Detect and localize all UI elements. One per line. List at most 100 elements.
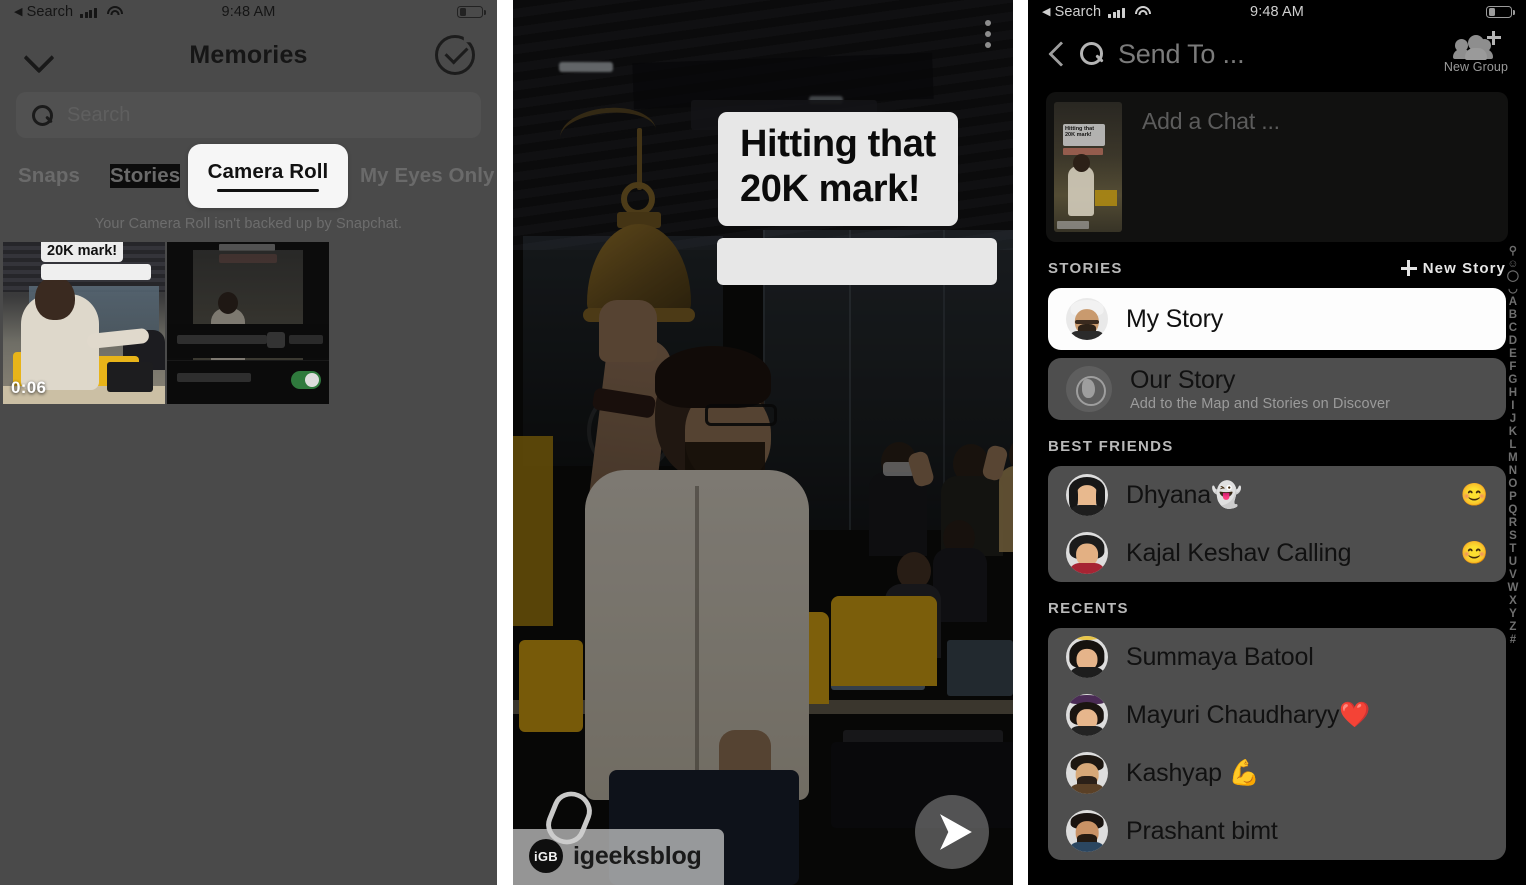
index-letter[interactable]: Q (1508, 504, 1517, 516)
index-letter[interactable]: I (1511, 400, 1514, 412)
index-letter[interactable]: V (1509, 569, 1517, 581)
recents-card: Summaya Batool Mayuri Chaudharyy❤️ Kashy… (1048, 628, 1506, 860)
table-row[interactable]: Kajal Keshav Calling 😊 (1048, 524, 1506, 582)
send-button[interactable] (915, 795, 989, 869)
signal-icon (1108, 7, 1125, 18)
new-story-label: New Story (1422, 259, 1506, 277)
index-letter[interactable]: # (1510, 634, 1517, 646)
index-letter[interactable]: D (1509, 335, 1518, 347)
panel-gap-2 (1013, 0, 1028, 885)
send-to-panel: ◀ Search 9:48 AM Send To ... New Group H… (1028, 0, 1526, 885)
snap-thumbnail-caption: Hitting that 20K mark! (1065, 126, 1095, 139)
index-letter[interactable]: W (1507, 582, 1518, 594)
emoji-icon[interactable]: ☺ (1507, 258, 1518, 271)
index-letter[interactable]: S (1509, 530, 1517, 542)
table-row[interactable]: Kashyap 💪 (1048, 744, 1506, 802)
group-icon[interactable]: ◡ (1508, 283, 1518, 296)
index-letter[interactable]: X (1509, 595, 1517, 607)
our-story-card[interactable]: Our Story Add to the Map and Stories on … (1048, 358, 1506, 420)
avatar (1066, 474, 1108, 516)
snap-hashtag-wrap[interactable]: #PAWRIHORAIHAI (717, 238, 997, 285)
new-group-label: New Group (1443, 59, 1508, 74)
recents-section-title: RECENTS (1048, 599, 1129, 617)
index-letter[interactable]: J (1510, 413, 1517, 425)
thumbnail-video[interactable]: 20K mark! #PAWRIHORAIHAI 0:06 (3, 242, 165, 404)
index-letter[interactable]: M (1508, 452, 1518, 464)
memories-navbar: Memories (0, 24, 497, 86)
index-letter[interactable]: F (1509, 361, 1516, 373)
index-letter[interactable]: L (1509, 439, 1516, 451)
table-row[interactable]: Summaya Batool (1048, 628, 1506, 686)
globe-icon (1066, 366, 1112, 412)
index-letter[interactable]: Z (1509, 621, 1516, 633)
friend-name: Kajal Keshav Calling (1126, 538, 1352, 567)
search-input[interactable]: Search (16, 92, 481, 138)
friend-name: Dhyana👻 (1126, 480, 1242, 509)
add-chat-box[interactable]: Hitting that 20K mark! Add a Chat ... (1046, 92, 1508, 242)
table-row[interactable]: Mayuri Chaudharyy❤️ (1048, 686, 1506, 744)
index-letter[interactable]: Y (1509, 608, 1517, 620)
friendship-emoji: 😊 (1460, 482, 1488, 507)
table-row[interactable]: Dhyana👻 😊 (1048, 466, 1506, 524)
friendship-emoji: 😊 (1460, 540, 1488, 565)
battery-icon (1486, 5, 1515, 19)
plus-icon (1400, 260, 1417, 276)
avatar (1066, 532, 1108, 574)
avatar (1066, 810, 1108, 852)
index-letter[interactable]: O (1508, 478, 1517, 490)
backup-notice: Your Camera Roll isn't backed up by Snap… (94, 216, 403, 232)
snap-thumbnail: Hitting that 20K mark! (1054, 102, 1122, 232)
status-bar: ◀ Search 9:48 AM (0, 0, 497, 24)
index-letter[interactable]: E (1509, 348, 1517, 360)
status-back-label[interactable]: Search (1055, 4, 1102, 20)
tab-my-eyes-only[interactable]: My Eyes Only (360, 164, 495, 188)
page-title: Memories (189, 40, 308, 69)
send-to-navbar: Send To ... New Group (1028, 24, 1526, 84)
back-arrow-icon[interactable]: ◀ (14, 6, 23, 18)
status-left: ◀ Search (1042, 4, 1151, 20)
screenshot-stage: ◀ Search 9:48 AM Memories Search Snaps S… (0, 0, 1526, 885)
thumbnail-screenshot[interactable] (167, 242, 329, 404)
search-icon[interactable]: ⚲ (1509, 245, 1517, 258)
best-friends-card: Dhyana👻 😊 Kajal Keshav Calling 😊 (1048, 466, 1506, 582)
index-letter[interactable]: K (1509, 426, 1518, 438)
status-bar: ◀ Search 9:48 AM (1028, 0, 1526, 24)
tab-camera-roll[interactable]: Camera Roll (188, 144, 348, 208)
status-right (457, 5, 486, 19)
alphabet-index-rail[interactable]: ⚲ ☺ ◯ ◡ A B C D E F G H I J K L M N O P … (1500, 245, 1526, 875)
new-group-button[interactable]: New Group (1443, 30, 1508, 74)
status-back-label[interactable]: Search (27, 4, 74, 20)
chevron-left-icon[interactable] (1046, 39, 1068, 69)
avatar (1066, 694, 1108, 736)
index-letter[interactable]: T (1509, 543, 1516, 555)
memories-tabs: Snaps Stories My Eyes Only Camera Roll (0, 144, 497, 208)
index-letter[interactable]: R (1509, 517, 1518, 529)
more-vertical-icon[interactable] (985, 20, 991, 48)
index-letter[interactable]: P (1509, 491, 1517, 503)
index-letter[interactable]: G (1508, 374, 1517, 386)
list-item[interactable]: My Story (1048, 288, 1506, 350)
index-letter[interactable]: C (1509, 322, 1518, 334)
snap-caption[interactable]: Hitting that 20K mark! (718, 112, 958, 226)
index-letter[interactable]: A (1509, 296, 1518, 308)
search-icon[interactable] (1080, 42, 1104, 66)
send-to-placeholder[interactable]: Send To ... (1118, 39, 1245, 70)
index-letter[interactable]: N (1509, 465, 1518, 477)
snap-caption-line1: Hitting that (740, 123, 936, 165)
table-row[interactable]: Prashant bimt (1048, 802, 1506, 860)
index-letter[interactable]: B (1509, 309, 1518, 321)
back-arrow-icon[interactable]: ◀ (1042, 6, 1051, 18)
battery-icon (457, 5, 486, 19)
add-chat-placeholder: Add a Chat ... (1142, 108, 1280, 134)
index-letter[interactable]: U (1509, 556, 1518, 568)
tab-stories[interactable]: Stories (110, 164, 181, 188)
list-item[interactable]: Our Story Add to the Map and Stories on … (1048, 358, 1506, 420)
my-story-card[interactable]: My Story (1048, 288, 1506, 350)
snap-preview-panel: Hitting that 20K mark! #PAWRIHORAIHAI iG… (513, 0, 1013, 885)
new-story-button[interactable]: New Story (1400, 259, 1506, 277)
index-letter[interactable]: H (1509, 387, 1518, 399)
tab-snaps[interactable]: Snaps (18, 164, 80, 188)
search-icon (32, 104, 53, 126)
thumbnail-caption: 20K mark! (41, 242, 124, 262)
clock-icon[interactable]: ◯ (1507, 271, 1520, 283)
